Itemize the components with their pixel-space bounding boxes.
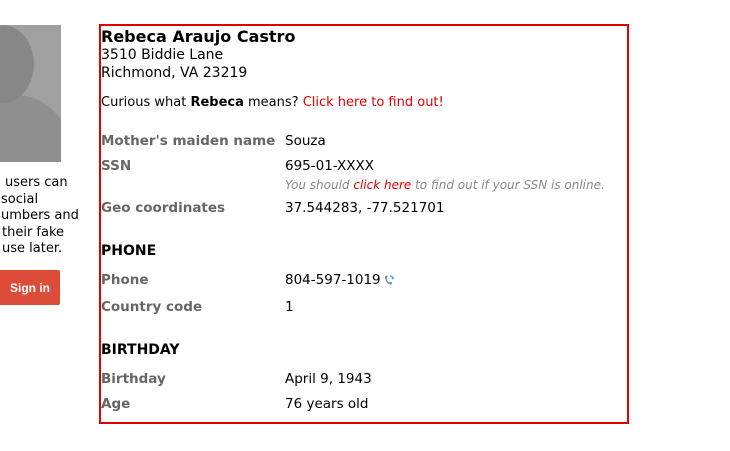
geo-coordinates-link[interactable]: 37.544283, -77.521701	[285, 200, 444, 216]
phone-refresh-icon[interactable]	[383, 274, 395, 286]
birthday-section-heading: BIRTHDAY	[101, 342, 180, 358]
avatar-silhouette-head	[0, 25, 34, 103]
curious-prefix: Curious what	[101, 95, 191, 110]
sidebar-text: users can social umbers and their fake u…	[0, 175, 80, 258]
phone-value: 804-597-1019	[285, 272, 381, 288]
age-value: 76 years old	[285, 396, 369, 412]
country-code-value: 1	[285, 299, 294, 315]
maiden-name-label: Mother's maiden name	[101, 133, 276, 149]
sidebar-text-line: use later.	[2, 241, 63, 256]
maiden-name-value: Souza	[285, 133, 326, 149]
geo-coordinates-label: Geo coordinates	[101, 200, 226, 216]
name-meaning-line: Curious what Rebeca means? Click here to…	[101, 95, 444, 110]
curious-name: Rebeca	[190, 95, 244, 110]
phone-section-heading: PHONE	[101, 243, 157, 259]
person-name: Rebeca Araujo Castro	[101, 27, 296, 46]
name-meaning-link[interactable]: Click here to find out!	[303, 95, 444, 110]
age-label: Age	[101, 396, 131, 412]
address-line-2: Richmond, VA 23219	[101, 65, 248, 81]
ssn-value: 695-01-XXXX	[285, 158, 375, 174]
ssn-note: You should click here to find out if you…	[285, 178, 605, 192]
birthday-label: Birthday	[101, 371, 166, 387]
ssn-check-link[interactable]: click here	[353, 178, 411, 192]
ssn-note-suffix: to find out if your SSN is online.	[411, 178, 605, 192]
country-code-label: Country code	[101, 299, 203, 315]
ssn-note-prefix: You should	[285, 178, 354, 192]
sidebar-text-line: their fake	[2, 224, 65, 240]
ssn-label: SSN	[101, 158, 132, 174]
profile-panel: Rebeca Araujo Castro 3510 Biddie Lane Ri…	[99, 24, 629, 424]
sidebar-text-line: users can	[5, 175, 68, 190]
address-line-1: 3510 Biddie Lane	[101, 47, 224, 63]
sign-in-button[interactable]: Sign in	[0, 270, 60, 305]
birthday-value: April 9, 1943	[285, 371, 372, 387]
sidebar-text-line: umbers and	[1, 208, 79, 223]
curious-suffix: means?	[243, 95, 303, 110]
avatar	[0, 25, 61, 162]
avatar-silhouette-body	[0, 95, 61, 162]
phone-value-row: 804-597-1019	[285, 272, 395, 288]
sidebar-text-line: social	[1, 191, 39, 207]
phone-label: Phone	[101, 272, 149, 288]
